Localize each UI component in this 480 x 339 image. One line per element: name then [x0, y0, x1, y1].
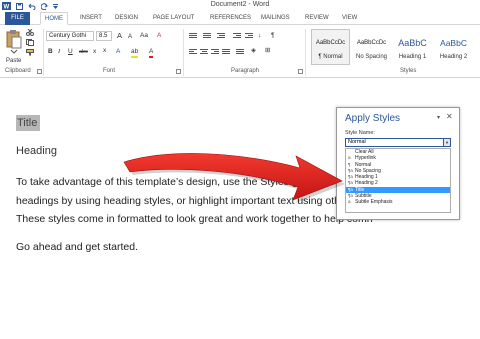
font-name-input[interactable]: Century Gothi: [46, 31, 94, 41]
align-center-icon[interactable]: [200, 49, 208, 56]
clipboard-icon: [6, 30, 22, 54]
style-list-item[interactable]: a Subtle Emphasis: [346, 199, 450, 205]
underline-button[interactable]: U: [68, 48, 73, 56]
shading-icon[interactable]: ◈: [251, 47, 256, 55]
subscript-button[interactable]: x: [93, 48, 96, 56]
shrink-font-button[interactable]: A: [128, 33, 132, 41]
increase-indent-icon[interactable]: [245, 33, 253, 40]
change-case-button[interactable]: Aa: [140, 32, 148, 40]
text-effects-button[interactable]: A: [116, 48, 120, 56]
style-heading-2-tile[interactable]: AaBbC Heading 2: [434, 29, 473, 65]
align-left-icon[interactable]: [189, 49, 197, 56]
style-sample: AaBbC: [440, 38, 467, 48]
sort-icon[interactable]: ↓: [258, 32, 261, 40]
styles-group-label: Styles: [400, 68, 417, 74]
font-group-label: Font: [103, 68, 116, 74]
apply-styles-pane: Apply Styles ▾ ✕ Style Name: Normal ▼ Cl…: [336, 107, 460, 220]
tab-insert[interactable]: INSERT: [76, 12, 106, 25]
document-title[interactable]: Title: [16, 115, 41, 131]
multilevel-list-icon[interactable]: [217, 33, 225, 40]
style-name: ¶ Normal: [318, 54, 343, 60]
justify-icon[interactable]: [222, 49, 230, 56]
style-list-item-label: Hyperlink: [355, 155, 376, 162]
clipboard-tools: [26, 29, 36, 56]
style-name-field[interactable]: Normal ▼: [345, 138, 451, 147]
strikethrough-button[interactable]: abc: [79, 48, 88, 56]
highlight-button[interactable]: ab: [131, 48, 139, 58]
grow-font-button[interactable]: A: [117, 32, 122, 40]
style-no-spacing-tile[interactable]: AaBbCcDc No Spacing: [352, 29, 391, 65]
body-line[interactable]: These styles come in formatted to look g…: [16, 213, 373, 225]
style-name: No Spacing: [355, 54, 388, 60]
align-right-icon[interactable]: [211, 49, 219, 56]
close-icon[interactable]: ✕: [446, 112, 453, 121]
pane-title: Apply Styles: [345, 113, 401, 124]
bullets-icon[interactable]: [189, 33, 197, 40]
clipboard-group-label: Clipboard: [5, 68, 31, 74]
paragraph-launcher-icon[interactable]: [298, 69, 303, 74]
document-heading[interactable]: Heading: [16, 145, 57, 157]
paragraph-group-label: Paragraph: [231, 68, 260, 74]
style-name-label: Style Name:: [345, 130, 375, 136]
borders-icon[interactable]: ⊞: [265, 47, 270, 55]
separator: [183, 29, 184, 76]
font-launcher-icon[interactable]: [176, 69, 181, 74]
line-spacing-icon[interactable]: [236, 49, 244, 56]
style-list-item-label: Normal: [355, 161, 372, 168]
separator: [305, 29, 306, 76]
style-list-item-label: Title: [355, 186, 365, 193]
style-name: Heading 2: [439, 54, 468, 60]
superscript-button[interactable]: x: [103, 47, 106, 55]
style-sample: AaBbC: [398, 38, 427, 48]
show-formatting-icon[interactable]: ¶: [271, 32, 275, 40]
paste-label: Paste: [6, 58, 22, 64]
style-list: Clear All a Hyperlink ¶ Normal ¶a No Spacin…: [345, 148, 451, 213]
tab-view[interactable]: VIEW: [338, 12, 361, 25]
tab-home[interactable]: HOME: [40, 12, 68, 25]
font-size-input[interactable]: 8.5: [96, 31, 112, 41]
body-line[interactable]: headings by using heading styles, or hig…: [16, 195, 382, 207]
tab-mailings[interactable]: MAILINGS: [257, 12, 294, 25]
style-list-item-label: Subtitle: [355, 193, 372, 200]
decrease-indent-icon[interactable]: [233, 33, 241, 40]
tab-file[interactable]: FILE: [5, 12, 30, 25]
paste-button[interactable]: [6, 29, 22, 57]
title-bar: W Document2 - Word: [0, 0, 480, 11]
style-list-item-label: No Spacing: [355, 167, 381, 174]
pane-options-icon[interactable]: ▾: [437, 114, 440, 121]
style-name-value: Normal: [348, 139, 366, 145]
window-title: Document2 - Word: [210, 1, 270, 8]
style-list-item-label: Heading 1: [355, 174, 378, 181]
copy-icon[interactable]: [26, 39, 34, 46]
ribbon-tabs: FILE HOME INSERT DESIGN PAGE LAYOUT REFE…: [0, 11, 480, 25]
styles-gallery: AaBbCcDc ¶ Normal AaBbCcDc No Spacing Aa…: [309, 27, 480, 65]
clipboard-launcher-icon[interactable]: [37, 69, 42, 74]
font-color-button[interactable]: A: [149, 48, 154, 58]
style-list-item-label: Subtle Emphasis: [355, 199, 393, 206]
tab-page-layout[interactable]: PAGE LAYOUT: [149, 12, 198, 25]
style-list-item-label: Clear All: [355, 149, 374, 155]
style-name: Heading 1: [398, 54, 427, 60]
clear-formatting-button[interactable]: A: [157, 32, 161, 40]
numbering-icon[interactable]: [203, 33, 211, 40]
chevron-down-icon[interactable]: ▼: [443, 139, 450, 146]
style-normal-tile[interactable]: AaBbCcDc ¶ Normal: [311, 29, 350, 65]
tab-references[interactable]: REFERENCES: [206, 12, 255, 25]
separator: [43, 29, 44, 76]
style-list-item-label: Heading 2: [355, 180, 378, 187]
style-sample: AaBbCcDc: [356, 40, 387, 46]
style-heading-1-tile[interactable]: AaBbC Heading 1: [393, 29, 432, 65]
cut-icon[interactable]: [26, 29, 34, 36]
tab-design[interactable]: DESIGN: [111, 12, 142, 25]
style-glyph-icon: a: [348, 199, 351, 205]
ribbon: Paste Clipboard Century Gothi 8.5 A A Aa…: [0, 25, 480, 78]
italic-button[interactable]: I: [58, 48, 60, 56]
style-sample: AaBbCcDc: [315, 40, 346, 46]
body-line[interactable]: To take advantage of this template’s des…: [16, 176, 377, 188]
body-line[interactable]: Go ahead and get started.: [16, 241, 138, 253]
tab-review[interactable]: REVIEW: [301, 12, 333, 25]
format-painter-icon[interactable]: [26, 49, 34, 56]
bold-button[interactable]: B: [48, 48, 53, 56]
